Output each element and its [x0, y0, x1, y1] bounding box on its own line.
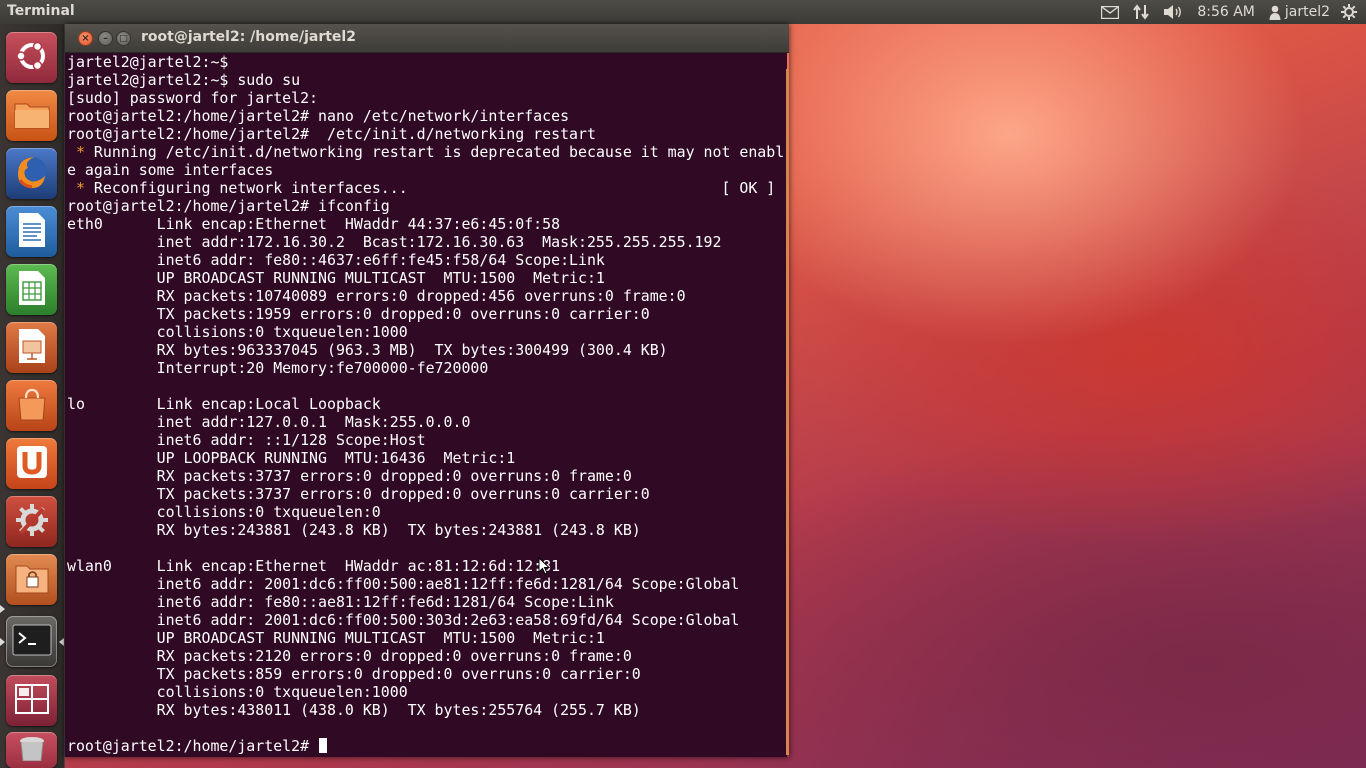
indicator-area: 8:56 AM jartel2	[1094, 0, 1366, 24]
terminal-window[interactable]: × – □ root@jartel2: /home/jartel2 jartel…	[65, 24, 789, 757]
terminal-line: eth0 Link encap:Ethernet HWaddr 44:37:e6…	[67, 215, 561, 233]
terminal-line: inet6 addr: fe80::4637:e6ff:fe45:f58/64 …	[67, 251, 605, 269]
terminal-line: jartel2@jartel2:~$	[67, 53, 229, 71]
window-minimize-button[interactable]: –	[98, 31, 113, 46]
terminal-line: root@jartel2:/home/jartel2# ifconfig	[67, 197, 390, 215]
terminal-line: * Running /etc/init.d/networking restart…	[67, 143, 785, 161]
terminal-line: inet addr:127.0.0.1 Mask:255.0.0.0	[67, 413, 471, 431]
window-maximize-button[interactable]: □	[116, 31, 131, 46]
volume-icon[interactable]	[1156, 0, 1190, 24]
launcher-item-trash[interactable]	[6, 732, 57, 768]
ubuntu-logo-icon	[15, 39, 49, 77]
terminal-line: RX packets:10740089 errors:0 dropped:456…	[67, 287, 686, 305]
terminal-bullet: *	[67, 143, 85, 161]
terminal-line: collisions:0 txqueuelen:1000	[67, 323, 408, 341]
running-indicator	[0, 605, 5, 613]
window-title: root@jartel2: /home/jartel2	[141, 29, 356, 45]
launcher-item-ubuntu-one[interactable]	[6, 438, 57, 489]
shopping-bag-icon	[14, 386, 50, 426]
window-close-button[interactable]: ×	[78, 31, 93, 46]
folder-icon	[13, 98, 51, 134]
terminal-prompt: root@jartel2:/home/jartel2#	[67, 737, 319, 755]
terminal-line: inet6 addr: 2001:dc6:ff00:500:ae81:12ff:…	[67, 575, 740, 593]
user-menu[interactable]: jartel2	[1262, 0, 1334, 24]
file-lock-icon	[14, 561, 50, 599]
terminal-line: RX bytes:963337045 (963.3 MB) TX bytes:3…	[67, 341, 668, 359]
settings-tools-icon	[13, 501, 51, 543]
launcher-item-calc[interactable]	[6, 264, 57, 315]
user-icon	[1269, 5, 1281, 20]
terminal-scrollbar[interactable]	[786, 69, 789, 755]
maximize-icon: □	[119, 33, 128, 44]
launcher-item-writer[interactable]	[6, 206, 57, 257]
panel-app-title: Terminal	[7, 3, 75, 19]
clock[interactable]: 8:56 AM	[1190, 0, 1262, 24]
terminal-line: TX packets:3737 errors:0 dropped:0 overr…	[67, 485, 650, 503]
terminal-line: e again some interfaces	[67, 161, 274, 179]
user-name: jartel2	[1284, 4, 1330, 20]
power-gear-icon[interactable]	[1334, 0, 1366, 24]
terminal-line: RX packets:3737 errors:0 dropped:0 overr…	[67, 467, 632, 485]
launcher-item-workspace-switcher[interactable]	[6, 675, 57, 726]
firefox-icon	[12, 152, 52, 196]
terminal-line: * Reconfiguring network interfaces... [ …	[67, 179, 776, 197]
minimize-icon: –	[103, 32, 108, 44]
terminal-line: lo Link encap:Local Loopback	[67, 395, 381, 413]
launcher-item-impress[interactable]	[6, 322, 57, 373]
launcher-item-file-lock[interactable]	[6, 554, 57, 605]
network-icon[interactable]	[1126, 0, 1156, 24]
close-icon: ×	[81, 32, 90, 44]
terminal-line: jartel2@jartel2:~$ sudo su	[67, 71, 301, 89]
launcher	[0, 24, 65, 768]
workspace-icon	[14, 683, 50, 719]
terminal-line: collisions:0 txqueuelen:0	[67, 503, 381, 521]
window-titlebar[interactable]: × – □ root@jartel2: /home/jartel2	[65, 24, 789, 53]
terminal-bullet: *	[67, 179, 85, 197]
terminal-line: Interrupt:20 Memory:fe700000-fe720000	[67, 359, 489, 377]
terminal-line: root@jartel2:/home/jartel2# nano /etc/ne…	[67, 107, 570, 125]
launcher-item-files[interactable]	[6, 90, 57, 141]
terminal-icon	[12, 624, 52, 660]
terminal-line: RX bytes:243881 (243.8 KB) TX bytes:2438…	[67, 521, 641, 539]
terminal-line: UP LOOPBACK RUNNING MTU:16436 Metric:1	[67, 449, 516, 467]
terminal-output[interactable]: jartel2@jartel2:~$ jartel2@jartel2:~$ sud…	[65, 53, 787, 757]
launcher-item-software-center[interactable]	[6, 380, 57, 431]
terminal-line: UP BROADCAST RUNNING MULTICAST MTU:1500 …	[67, 269, 605, 287]
launcher-item-terminal[interactable]	[6, 616, 57, 667]
terminal-text: jartel2@jartel2:~$ jartel2@jartel2:~$ sud…	[67, 53, 784, 755]
impress-icon	[17, 328, 47, 368]
terminal-line: root@jartel2:/home/jartel2# /etc/init.d/…	[67, 125, 596, 143]
calc-icon	[17, 270, 47, 310]
terminal-line: collisions:0 txqueuelen:1000	[67, 683, 408, 701]
top-panel: Terminal 8:56 AM jartel2	[0, 0, 1366, 24]
terminal-line: TX packets:859 errors:0 dropped:0 overru…	[67, 665, 641, 683]
ubuntu-one-icon	[15, 444, 49, 484]
terminal-line: UP BROADCAST RUNNING MULTICAST MTU:1500 …	[67, 629, 605, 647]
launcher-item-dash[interactable]	[6, 32, 57, 83]
launcher-item-system-settings[interactable]	[6, 496, 57, 547]
terminal-line: inet6 addr: fe80::ae81:12ff:fe6d:1281/64…	[67, 593, 614, 611]
mouse-pointer-icon	[538, 556, 551, 579]
active-right-indicator	[59, 638, 64, 646]
writer-icon	[17, 212, 47, 252]
terminal-line: inet6 addr: 2001:dc6:ff00:500:303d:2e63:…	[67, 611, 740, 629]
terminal-line: inet addr:172.16.30.2 Bcast:172.16.30.63…	[67, 233, 722, 251]
terminal-line: wlan0 Link encap:Ethernet HWaddr ac:81:1…	[67, 557, 561, 575]
terminal-line: [sudo] password for jartel2:	[67, 89, 319, 107]
terminal-line: RX bytes:438011 (438.0 KB) TX bytes:2557…	[67, 701, 641, 719]
trash-icon	[17, 735, 47, 765]
terminal-line: TX packets:1959 errors:0 dropped:0 overr…	[67, 305, 650, 323]
terminal-line: inet6 addr: ::1/128 Scope:Host	[67, 431, 426, 449]
terminal-line: RX packets:2120 errors:0 dropped:0 overr…	[67, 647, 632, 665]
launcher-item-firefox[interactable]	[6, 148, 57, 199]
terminal-prompt-line[interactable]: root@jartel2:/home/jartel2#	[67, 737, 784, 755]
active-left-indicator	[0, 638, 5, 646]
mail-icon[interactable]	[1094, 0, 1126, 24]
terminal-cursor	[319, 738, 328, 753]
